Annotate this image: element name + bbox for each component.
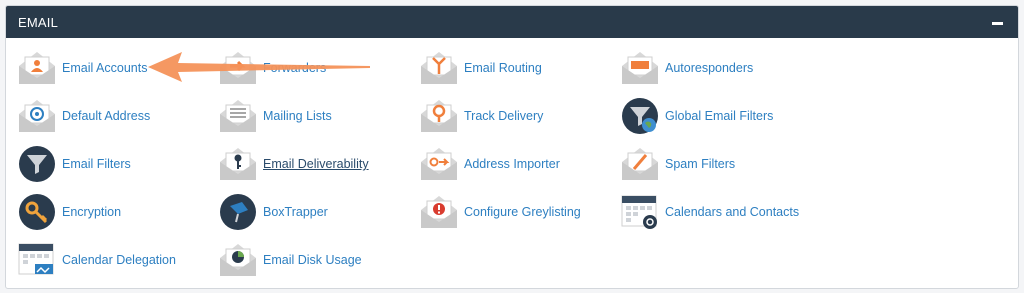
item-label: BoxTrapper bbox=[263, 205, 328, 219]
envelope-auto-icon bbox=[620, 48, 660, 88]
item-label: Email Deliverability bbox=[263, 157, 369, 171]
item-label: Email Disk Usage bbox=[263, 253, 362, 267]
email-panel: EMAIL Email Accounts Forwarders Email Ro… bbox=[5, 5, 1019, 289]
email-filters-link[interactable]: Email Filters bbox=[17, 144, 131, 184]
funnel-globe-icon bbox=[620, 96, 660, 136]
mailing-lists-link[interactable]: Mailing Lists bbox=[218, 96, 332, 136]
autoresponders-link[interactable]: Autoresponders bbox=[620, 48, 753, 88]
email-deliverability-link[interactable]: Email Deliverability bbox=[218, 144, 369, 184]
item-label: Forwarders bbox=[263, 61, 327, 75]
item-label: Mailing Lists bbox=[263, 109, 332, 123]
funnel-icon bbox=[17, 144, 57, 184]
envelope-key-icon bbox=[218, 144, 258, 184]
boxtrapper-link[interactable]: BoxTrapper bbox=[218, 192, 328, 232]
address-importer-link[interactable]: Address Importer bbox=[419, 144, 560, 184]
boxtrapper-icon bbox=[218, 192, 258, 232]
calendar-delegation-icon bbox=[17, 240, 57, 280]
item-label: Calendars and Contacts bbox=[665, 205, 800, 219]
envelope-import-icon bbox=[419, 144, 459, 184]
global-email-filters-link[interactable]: Global Email Filters bbox=[620, 96, 773, 136]
calendar-contacts-icon bbox=[620, 192, 660, 232]
item-label: Spam Filters bbox=[665, 157, 736, 171]
key-icon bbox=[17, 192, 57, 232]
item-label: Configure Greylisting bbox=[464, 205, 581, 219]
envelope-list-icon bbox=[218, 96, 258, 136]
spam-filters-link[interactable]: Spam Filters bbox=[620, 144, 735, 184]
configure-greylisting-link[interactable]: Configure Greylisting bbox=[419, 192, 581, 232]
item-label: Email Filters bbox=[62, 157, 131, 171]
item-label: Global Email Filters bbox=[665, 109, 774, 123]
envelope-routing-icon bbox=[419, 48, 459, 88]
item-label: Default Address bbox=[62, 109, 151, 123]
item-label: Calendar Delegation bbox=[62, 253, 176, 267]
track-delivery-link[interactable]: Track Delivery bbox=[419, 96, 543, 136]
encryption-link[interactable]: Encryption bbox=[17, 192, 121, 232]
envelope-forward-icon bbox=[218, 48, 258, 88]
calendars-and-contacts-link[interactable]: Calendars and Contacts bbox=[620, 192, 799, 232]
panel-title: EMAIL bbox=[18, 15, 59, 30]
envelope-at-icon bbox=[17, 96, 57, 136]
collapse-icon[interactable] bbox=[990, 14, 1006, 30]
envelope-disk-icon bbox=[218, 240, 258, 280]
email-routing-link[interactable]: Email Routing bbox=[419, 48, 542, 88]
item-label: Email Routing bbox=[464, 61, 542, 75]
panel-header: EMAIL bbox=[6, 6, 1018, 38]
email-disk-usage-link[interactable]: Email Disk Usage bbox=[218, 240, 362, 280]
forwarders-link[interactable]: Forwarders bbox=[218, 48, 326, 88]
item-label: Address Importer bbox=[464, 157, 560, 171]
envelope-spam-icon bbox=[620, 144, 660, 184]
envelope-alert-icon bbox=[419, 192, 459, 232]
envelope-person-icon bbox=[17, 48, 57, 88]
item-label: Email Accounts bbox=[62, 61, 148, 75]
item-label: Autoresponders bbox=[665, 61, 754, 75]
envelope-pin-icon bbox=[419, 96, 459, 136]
email-accounts-link[interactable]: Email Accounts bbox=[17, 48, 147, 88]
item-label: Track Delivery bbox=[464, 109, 544, 123]
default-address-link[interactable]: Default Address bbox=[17, 96, 150, 136]
calendar-delegation-link[interactable]: Calendar Delegation bbox=[17, 240, 176, 280]
item-label: Encryption bbox=[62, 205, 122, 219]
